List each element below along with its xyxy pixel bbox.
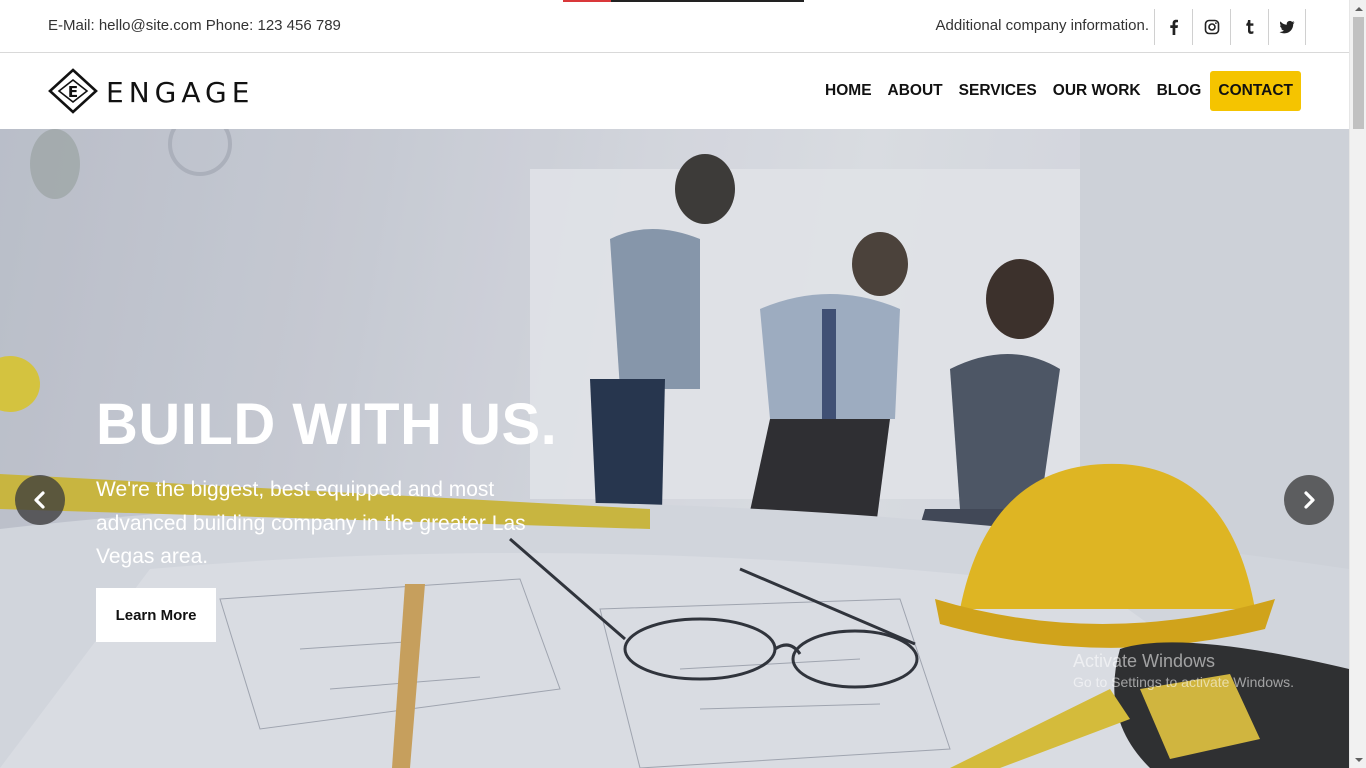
main-navbar: E ENGAGE HOME ABOUT SERVICES OUR WORK BL…	[0, 53, 1349, 129]
main-menu: HOME ABOUT SERVICES OUR WORK BLOG CONTAC…	[817, 71, 1301, 111]
nav-our-work[interactable]: OUR WORK	[1045, 71, 1149, 111]
hero-slider: BUILD WITH US. We're the biggest, best e…	[0, 129, 1349, 768]
scrollbar-thumb[interactable]	[1353, 17, 1364, 129]
scroll-up-arrow-icon[interactable]	[1350, 0, 1366, 17]
page-loading-bar	[563, 0, 804, 2]
engage-logo-icon: E	[48, 68, 98, 114]
nav-about[interactable]: ABOUT	[880, 71, 951, 111]
scroll-down-arrow-icon[interactable]	[1350, 751, 1366, 768]
watermark-line-2: Go to Settings to activate Windows.	[1073, 674, 1294, 690]
facebook-icon[interactable]	[1154, 9, 1192, 45]
slider-prev-button[interactable]	[15, 475, 65, 525]
logo-wordmark: ENGAGE	[106, 75, 255, 109]
social-links	[1154, 9, 1306, 45]
site-logo[interactable]: E ENGAGE	[48, 68, 254, 116]
nav-home[interactable]: HOME	[817, 71, 880, 111]
watermark-line-1: Activate Windows	[1073, 651, 1216, 671]
windows-activation-watermark: Activate Windows Go to Settings to activ…	[1073, 651, 1294, 690]
nav-services[interactable]: SERVICES	[951, 71, 1045, 111]
chevron-right-icon	[1304, 491, 1315, 509]
additional-info: Additional company information.	[935, 17, 1149, 34]
instagram-icon[interactable]	[1192, 9, 1230, 45]
nav-contact-button[interactable]: CONTACT	[1210, 71, 1301, 111]
top-info-bar: E-Mail: hello@site.com Phone: 123 456 78…	[0, 0, 1349, 53]
learn-more-button[interactable]: Learn More	[96, 588, 216, 642]
svg-text:E: E	[68, 83, 78, 101]
nav-blog[interactable]: BLOG	[1149, 71, 1210, 111]
hero-description: We're the biggest, best equipped and mos…	[96, 478, 526, 568]
tumblr-icon[interactable]	[1230, 9, 1268, 45]
page-scrollbar[interactable]	[1349, 0, 1366, 768]
slider-next-button[interactable]	[1284, 475, 1334, 525]
contact-info: E-Mail: hello@site.com Phone: 123 456 78…	[48, 17, 341, 34]
chevron-left-icon	[34, 491, 45, 509]
hero-title: BUILD WITH US.	[96, 392, 558, 457]
twitter-icon[interactable]	[1268, 9, 1306, 45]
